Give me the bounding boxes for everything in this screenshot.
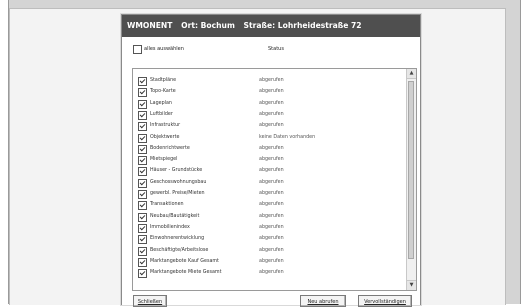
list-item[interactable]: Einwohnerentwicklung abgerufen [133, 233, 403, 245]
item-label: Stadtpläne [150, 78, 177, 83]
select-all-checkbox[interactable] [133, 45, 142, 54]
list-item[interactable]: Mietspiegel abgerufen [133, 154, 403, 166]
item-label: Neubau/Bautätigkeit [150, 213, 200, 219]
list-item[interactable]: Lageplan abgerufen [133, 98, 403, 109]
item-label: Transaktionen [150, 202, 184, 208]
item-checkbox[interactable] [138, 77, 147, 86]
item-label: Marktangebote Kauf Gesamt [150, 258, 219, 264]
item-checkbox[interactable] [138, 167, 147, 177]
item-status: abgerufen [259, 258, 284, 264]
close-button[interactable]: Schließen [133, 295, 167, 307]
scroll-down-icon[interactable]: ▼ [407, 280, 416, 290]
list-scrollbar[interactable]: ▲ ▼ [406, 69, 416, 290]
list-item[interactable]: Topo-Karte abgerufen [133, 86, 403, 98]
item-status: abgerufen [259, 100, 284, 106]
item-checkbox[interactable] [138, 212, 147, 222]
list-item[interactable]: Marktangebote Miete Gesamt abgerufen [133, 267, 403, 279]
item-label: Infrastruktur [150, 123, 181, 129]
list-item[interactable]: Immobilienindex abgerufen [133, 222, 403, 233]
complete-button-label: Vervollständigen [364, 299, 406, 305]
list-item[interactable]: Luftbilder abgerufen [133, 109, 403, 120]
list-item[interactable]: Infrastruktur abgerufen [133, 120, 403, 132]
item-status: abgerufen [259, 157, 284, 163]
item-checkbox[interactable] [138, 144, 147, 154]
item-status: keine Daten vorhanden [259, 134, 316, 140]
item-checkbox[interactable] [138, 110, 147, 120]
item-label: Objektwerte [150, 134, 180, 140]
item-status: abgerufen [259, 247, 284, 253]
dialog-title-ort: Ort: Bochum [181, 21, 235, 30]
item-checkbox[interactable] [138, 122, 147, 132]
item-status: abgerufen [259, 78, 284, 83]
item-checkbox[interactable] [138, 235, 147, 245]
item-status: abgerufen [259, 123, 284, 129]
item-checkbox[interactable] [138, 190, 147, 199]
item-label: Topo-Karte [150, 89, 176, 95]
item-label: Einwohnerentwicklung [150, 236, 205, 242]
list-item[interactable]: Neubau/Bautätigkeit abgerufen [133, 211, 403, 222]
list-item[interactable]: Geschosswohnungsbau abgerufen [133, 177, 403, 188]
close-button-label: Schließen [137, 299, 163, 305]
item-checkbox[interactable] [138, 269, 147, 279]
item-label: Luftbilder [150, 111, 173, 117]
item-label: Marktangebote Miete Gesamt [150, 270, 222, 276]
list-item[interactable]: Transaktionen abgerufen [133, 199, 403, 211]
item-label: Bodenrichtwerte [150, 145, 190, 151]
scroll-thumb[interactable] [408, 81, 414, 259]
list-item[interactable]: Beschäftigte/Arbeitslose abgerufen [133, 245, 403, 256]
scroll-up-icon[interactable]: ▲ [407, 69, 416, 79]
item-status: abgerufen [259, 202, 284, 208]
list-item[interactable]: Stadtpläne abgerufen [133, 75, 403, 86]
dialog-titlebar: WMONENT Ort: Bochum Straße: Lohrheidestr… [122, 15, 420, 37]
item-checkbox[interactable] [138, 201, 147, 211]
status-column-header: Status [268, 46, 284, 52]
item-list[interactable]: Stadtpläne abgerufen Topo-Karte abgerufen La… [132, 68, 417, 291]
item-checkbox[interactable] [138, 257, 147, 267]
item-label: Lageplan [150, 100, 172, 106]
item-checkbox[interactable] [138, 88, 147, 98]
item-label: Geschosswohnungsbau [150, 179, 207, 185]
select-all-label: alles auswählen [144, 46, 184, 52]
reload-button-label: Neu abrufen [307, 299, 339, 305]
dialog-title-strasse: Straße: Lohrheidestraße 72 [243, 21, 362, 30]
reload-button[interactable]: Neu abrufen [300, 295, 346, 307]
item-status: abgerufen [259, 89, 284, 95]
list-item[interactable]: Objektwerte keine Daten vorhanden [133, 132, 403, 143]
item-checkbox[interactable] [138, 223, 147, 233]
item-label: Mietspiegel [150, 157, 178, 163]
list-item[interactable]: Marktangebote Kauf Gesamt abgerufen [133, 256, 403, 267]
item-checkbox[interactable] [138, 178, 147, 188]
item-status: abgerufen [259, 111, 284, 117]
item-status: abgerufen [259, 224, 284, 230]
item-label: Häuser - Grundstücke [150, 168, 203, 174]
item-status: abgerufen [259, 191, 284, 196]
item-status: abgerufen [259, 236, 284, 242]
item-status: abgerufen [259, 179, 284, 185]
item-checkbox[interactable] [138, 156, 147, 166]
item-checkbox[interactable] [138, 133, 147, 143]
list-item[interactable]: Häuser - Grundstücke abgerufen [133, 165, 403, 177]
item-checkbox[interactable] [138, 99, 147, 109]
dialog-title-app: WMONENT [127, 21, 173, 30]
item-label: gewerbl. Preise/Mieten [150, 191, 205, 196]
item-status: abgerufen [259, 145, 284, 151]
item-checkbox[interactable] [138, 246, 147, 256]
item-label: Immobilienindex [150, 224, 190, 230]
list-item[interactable]: gewerbl. Preise/Mieten abgerufen [133, 188, 403, 199]
item-status: abgerufen [259, 270, 284, 276]
complete-button[interactable]: Vervollständigen [358, 295, 412, 307]
item-status: abgerufen [259, 168, 284, 174]
item-label: Beschäftigte/Arbeitslose [150, 247, 209, 253]
item-status: abgerufen [259, 213, 284, 219]
report-dialog: WMONENT Ort: Bochum Straße: Lohrheidestr… [121, 14, 421, 307]
list-item[interactable]: Bodenrichtwerte abgerufen [133, 143, 403, 154]
